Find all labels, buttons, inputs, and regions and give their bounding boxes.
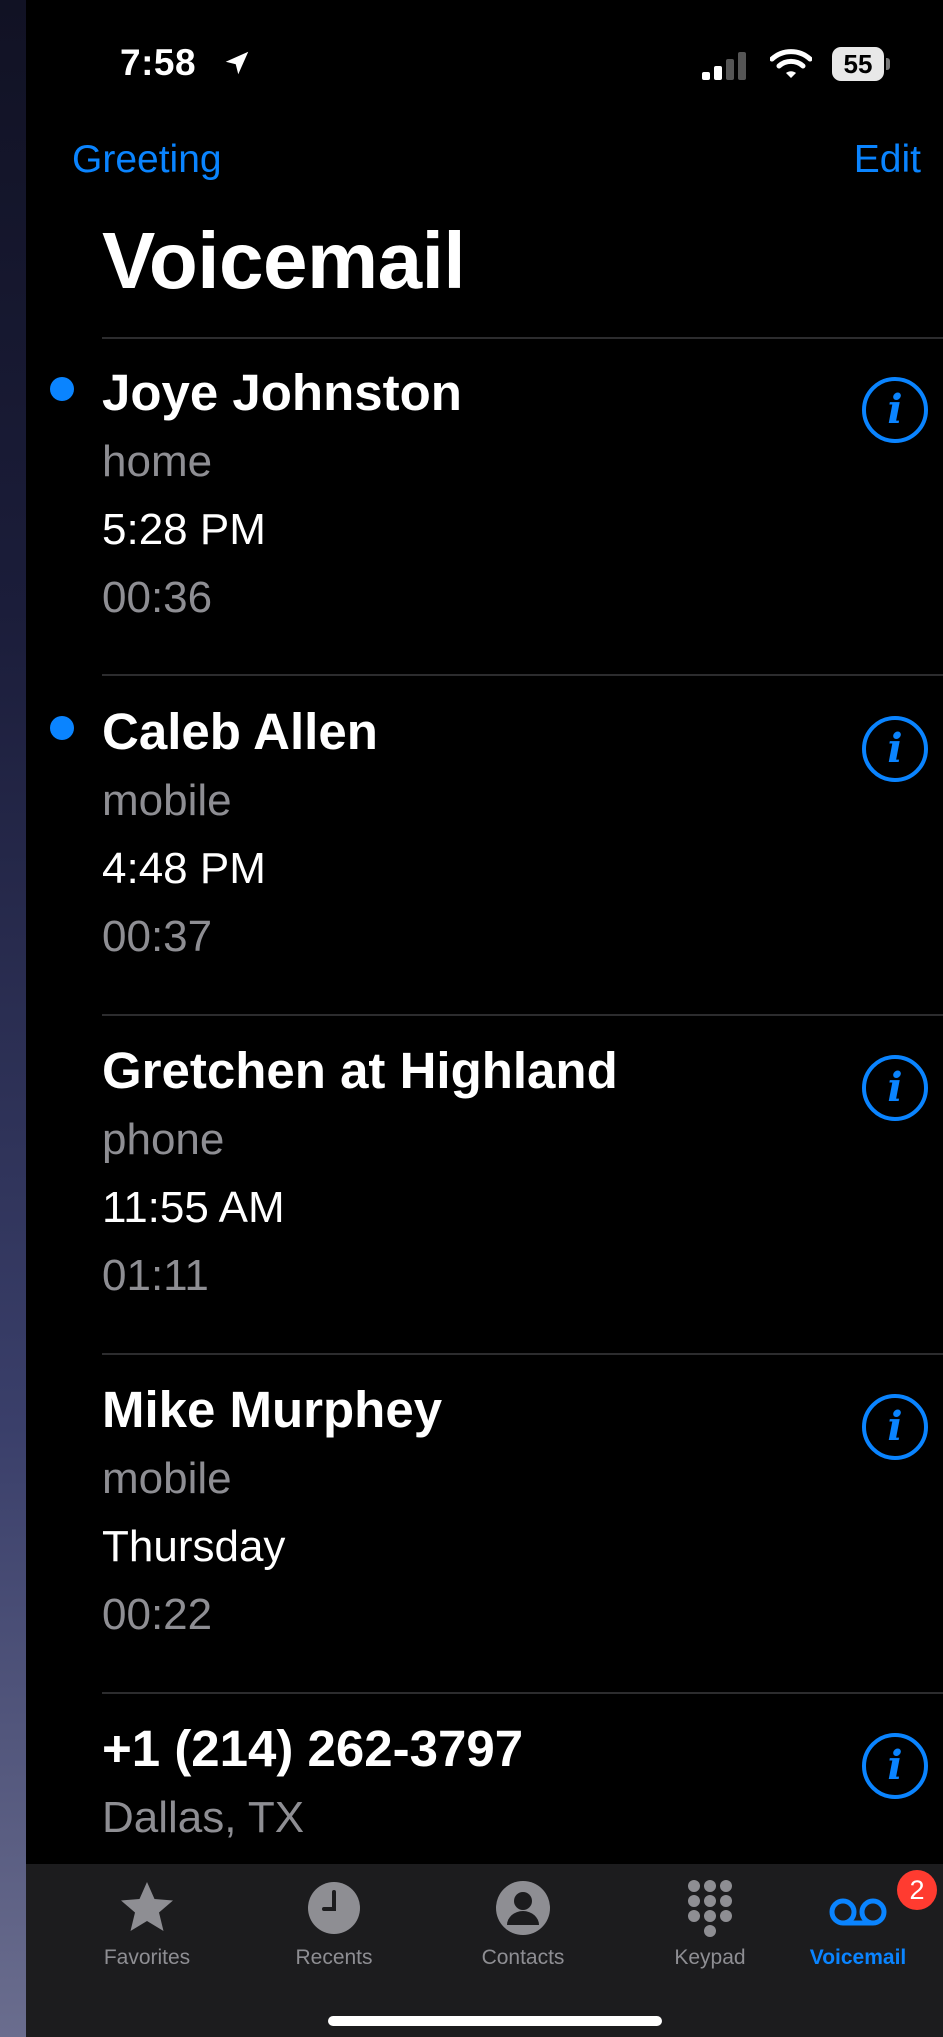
tab-label: Recents: [295, 1946, 373, 1969]
wifi-icon: [770, 49, 812, 78]
voicemail-row[interactable]: Gretchen at Highland phone 11:55 AM 01:1…: [26, 1033, 943, 1369]
greeting-button[interactable]: Greeting: [72, 138, 222, 182]
tab-keypad[interactable]: Keypad: [625, 1876, 795, 1970]
caller-name: Joye Johnston: [102, 364, 462, 421]
tab-label: Keypad: [674, 1946, 746, 1969]
voicemail-row[interactable]: Caleb Allen mobile 4:48 PM 00:37 i: [26, 694, 943, 1030]
caller-label: home: [102, 437, 213, 486]
voicemail-duration: 01:11: [102, 1251, 209, 1300]
tab-label: Contacts: [481, 1946, 565, 1969]
info-icon[interactable]: i: [862, 377, 928, 443]
voicemail-icon: [829, 1898, 887, 1926]
person-icon: [496, 1881, 550, 1935]
voicemail-duration: 00:36: [102, 573, 213, 622]
tab-recents[interactable]: Recents: [249, 1876, 419, 1970]
battery-level: 55: [832, 47, 884, 81]
divider: [102, 1692, 943, 1694]
tab-contacts[interactable]: Contacts: [438, 1876, 608, 1970]
keypad-icon: [688, 1880, 732, 1937]
caller-name: Caleb Allen: [102, 703, 378, 760]
info-icon[interactable]: i: [862, 1055, 928, 1121]
caller-label: Dallas, TX: [102, 1793, 305, 1842]
voicemail-duration: 00:37: [102, 912, 213, 961]
location-arrow-icon: [225, 51, 249, 75]
info-icon[interactable]: i: [862, 716, 928, 782]
caller-label: phone: [102, 1115, 225, 1164]
voicemail-badge: 2: [897, 1870, 937, 1910]
cellular-signal-icon: [702, 52, 746, 80]
star-icon: [121, 1882, 173, 1931]
divider: [102, 1014, 943, 1016]
info-icon[interactable]: i: [862, 1733, 928, 1799]
home-indicator[interactable]: [328, 2016, 662, 2026]
battery-icon: 55: [832, 47, 890, 81]
voicemail-time: 11:55 AM: [102, 1183, 285, 1232]
divider: [102, 1353, 943, 1355]
voicemail-time: 5:28 PM: [102, 505, 266, 554]
tab-favorites[interactable]: Favorites: [62, 1876, 232, 1970]
edit-button[interactable]: Edit: [854, 138, 921, 182]
divider: [102, 337, 943, 339]
voicemail-time: Thursday: [102, 1522, 286, 1571]
voicemail-time: 4:48 PM: [102, 844, 266, 893]
voicemail-duration: 00:22: [102, 1590, 213, 1639]
caller-label: mobile: [102, 1454, 232, 1503]
tab-label: Favorites: [103, 1946, 191, 1969]
tab-bar: Favorites Recents Contacts Keypad Voicem…: [26, 1864, 943, 2037]
caller-name: +1 (214) 262-3797: [102, 1720, 524, 1777]
page-title: Voicemail: [102, 216, 466, 305]
clock-icon: [308, 1882, 360, 1934]
divider: [102, 674, 943, 676]
phone-screen: 7:58 55 Greeting Edit Voicemail Joye Joh…: [26, 0, 943, 2037]
unread-indicator: [50, 716, 74, 740]
voicemail-row[interactable]: Joye Johnston home 5:28 PM 00:36 i: [26, 355, 943, 691]
tab-voicemail[interactable]: Voicemail 2: [773, 1870, 943, 1970]
tab-label: Voicemail: [809, 1946, 907, 1969]
unread-indicator: [50, 377, 74, 401]
status-time: 7:58: [120, 42, 197, 83]
caller-name: Mike Murphey: [102, 1381, 443, 1438]
info-icon[interactable]: i: [862, 1394, 928, 1460]
voicemail-row[interactable]: Mike Murphey mobile Thursday 00:22 i: [26, 1372, 943, 1708]
caller-label: mobile: [102, 776, 232, 825]
caller-name: Gretchen at Highland: [102, 1042, 618, 1099]
